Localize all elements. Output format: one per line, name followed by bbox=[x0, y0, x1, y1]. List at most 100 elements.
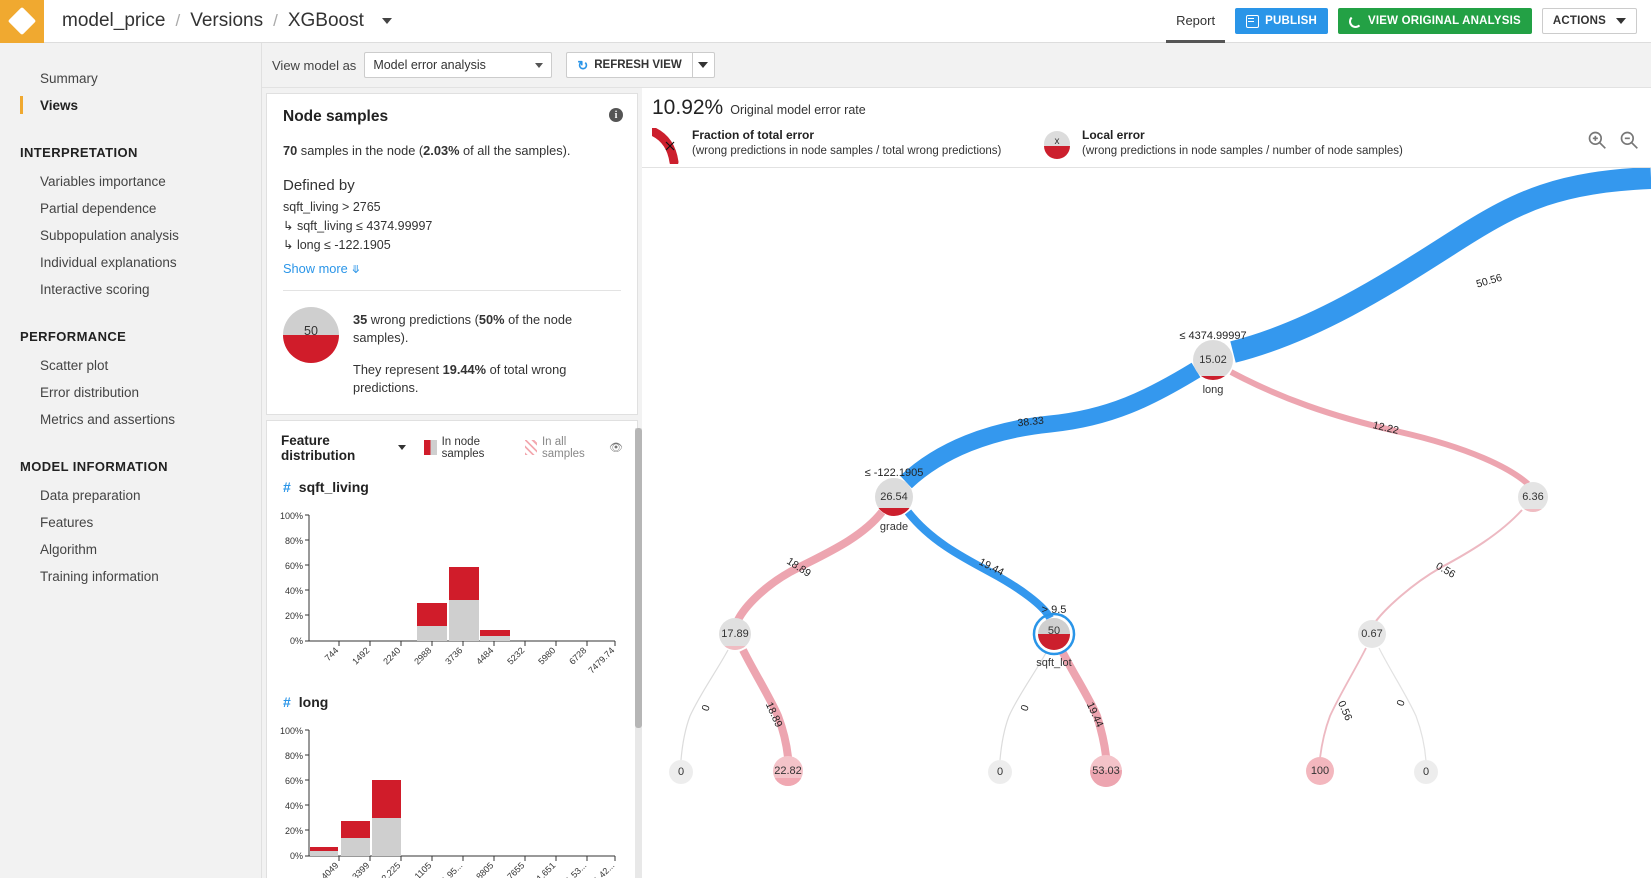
breadcrumb-project[interactable]: model_price bbox=[62, 10, 166, 32]
chevron-down-icon bbox=[1616, 18, 1626, 24]
node-samples-pct: 2.03% bbox=[423, 143, 460, 158]
refresh-view-button[interactable]: ↻ REFRESH VIEW bbox=[566, 52, 693, 78]
tree-node-15-02[interactable]: 15.02 long bbox=[1193, 340, 1233, 396]
ytick: 100% bbox=[280, 511, 303, 521]
tree-node-value: 26.54 bbox=[880, 491, 908, 503]
sidebar-item-scatter-plot[interactable]: Scatter plot bbox=[0, 352, 261, 379]
xtick: 2988 bbox=[412, 645, 433, 666]
view-model-as-select[interactable]: Model error analysis bbox=[364, 52, 553, 78]
chevron-down-icon[interactable] bbox=[398, 445, 407, 451]
sidebar-item-partial-dependence[interactable]: Partial dependence bbox=[0, 195, 261, 222]
legend-swatch-node bbox=[424, 440, 437, 456]
legend-local-error: x Local error (wrong predictions in node… bbox=[1042, 128, 1403, 160]
card-divider bbox=[283, 289, 621, 291]
sidebar: Summary Views INTERPRETATION Variables i… bbox=[0, 43, 262, 878]
tree-node-50-selected[interactable]: 50 sqft_lot bbox=[1032, 612, 1076, 669]
edge-label: 0.56 bbox=[1335, 699, 1354, 723]
tree-node-value: 0 bbox=[678, 766, 684, 778]
zoom-controls bbox=[1587, 130, 1639, 150]
xtick: -122.3399 bbox=[336, 860, 372, 878]
xtick: 3736 bbox=[443, 645, 464, 666]
scrollbar-thumb[interactable] bbox=[635, 428, 642, 728]
chevron-down-icon: ⤋ bbox=[351, 263, 361, 276]
tree-leaf-22-82[interactable]: 22.82 bbox=[768, 756, 808, 790]
tree-leaf-53-03[interactable]: 53.03 bbox=[1086, 755, 1126, 790]
breadcrumb-versions[interactable]: Versions bbox=[190, 10, 263, 32]
actions-button[interactable]: ACTIONS bbox=[1541, 8, 1637, 34]
show-more-link[interactable]: Show more ⤋ bbox=[283, 261, 621, 276]
chevron-down-icon[interactable] bbox=[381, 18, 392, 24]
ytick: 60% bbox=[285, 776, 303, 786]
sidebar-item-interactive-scoring[interactable]: Interactive scoring bbox=[0, 276, 261, 303]
refresh-view-dropdown-button[interactable] bbox=[692, 52, 715, 78]
feature-distribution-title[interactable]: Feature distribution bbox=[281, 433, 392, 463]
legend-fraction-of-total-error: Fraction of total error (wrong predictio… bbox=[652, 128, 1001, 164]
sidebar-item-individual-explanations[interactable]: Individual explanations bbox=[0, 249, 261, 276]
node-samples-card: Node samples i 70 samples in the node (2… bbox=[266, 93, 638, 415]
xtick: -122.1105 bbox=[398, 860, 433, 878]
legend-fraction-sub: (wrong predictions in node samples / tot… bbox=[692, 145, 1002, 157]
view-model-as-value: Model error analysis bbox=[373, 58, 486, 72]
tree-node-feature: long bbox=[1203, 384, 1224, 396]
refresh-icon: ↻ bbox=[577, 57, 589, 73]
bar-segment bbox=[310, 846, 338, 851]
zoom-in-icon[interactable] bbox=[1587, 130, 1607, 150]
eye-off-icon[interactable]: 👁 bbox=[609, 441, 623, 454]
chevron-down-icon bbox=[698, 62, 709, 68]
sidebar-item-error-distribution[interactable]: Error distribution bbox=[0, 379, 261, 406]
numeric-type-icon: # bbox=[283, 478, 291, 495]
tree-node-feature: grade bbox=[880, 521, 908, 533]
show-more-label: Show more bbox=[283, 260, 348, 276]
view-original-analysis-button[interactable]: VIEW ORIGINAL ANALYSIS bbox=[1337, 8, 1532, 34]
xtick: -121.7655 bbox=[491, 860, 527, 878]
app-logo[interactable] bbox=[0, 0, 44, 43]
sidebar-item-summary[interactable]: Summary bbox=[0, 65, 261, 92]
tree-leaf-0-c[interactable]: 0 bbox=[1414, 760, 1438, 784]
view-toolbar: View model as Model error analysis ↻ REF… bbox=[262, 43, 1651, 88]
xtick: 5980 bbox=[536, 645, 557, 666]
edge-label: 0 bbox=[1019, 703, 1032, 712]
publish-button[interactable]: PUBLISH bbox=[1235, 8, 1328, 34]
represent-line: They represent 19.44% of total wrong pre… bbox=[353, 361, 621, 398]
refresh-view-group: ↻ REFRESH VIEW bbox=[566, 52, 715, 78]
tree-node-value: 22.82 bbox=[774, 765, 802, 777]
tab-report[interactable]: Report bbox=[1166, 0, 1226, 43]
sidebar-item-data-preparation[interactable]: Data preparation bbox=[0, 482, 261, 509]
actions-label: ACTIONS bbox=[1552, 15, 1606, 27]
ytick: 80% bbox=[285, 536, 303, 546]
sidebar-item-training-information[interactable]: Training information bbox=[0, 563, 261, 590]
legend-in-node-samples[interactable]: In node samples bbox=[424, 436, 515, 460]
tree-node-6-36[interactable]: 6.36 bbox=[1513, 482, 1553, 515]
bar-segment bbox=[372, 817, 401, 856]
sidebar-item-views[interactable]: Views bbox=[0, 92, 261, 119]
ytick: 80% bbox=[285, 751, 303, 761]
sidebar-item-variables-importance[interactable]: Variables importance bbox=[0, 168, 261, 195]
breadcrumb-model[interactable]: XGBoost bbox=[288, 10, 364, 32]
tree-node-0-67[interactable]: 0.67 bbox=[1358, 620, 1386, 648]
diamond-logo-icon bbox=[7, 6, 37, 36]
legend-in-all-samples[interactable]: In all samples 👁 bbox=[525, 436, 623, 460]
tree-leaf-0-a[interactable]: 0 bbox=[669, 760, 693, 784]
error-analysis-tree[interactable]: 50.56 38.33 12.22 18.89 19.44 0.56 0 18.… bbox=[642, 168, 1651, 878]
sidebar-item-metrics-and-assertions[interactable]: Metrics and assertions bbox=[0, 406, 261, 433]
sidebar-item-algorithm[interactable]: Algorithm bbox=[0, 536, 261, 563]
tree-leaf-100[interactable]: 100 bbox=[1306, 757, 1334, 785]
info-icon[interactable]: i bbox=[609, 108, 623, 122]
ytick: 40% bbox=[285, 801, 303, 811]
tree-node-value: 50 bbox=[1048, 625, 1060, 637]
tree-leaf-0-b[interactable]: 0 bbox=[988, 760, 1012, 784]
breadcrumb-separator: / bbox=[273, 11, 278, 30]
xtick: 5232 bbox=[505, 645, 526, 666]
sidebar-item-subpopulation-analysis[interactable]: Subpopulation analysis bbox=[0, 222, 261, 249]
wrong-predictions-line: 35 wrong predictions (50% of the node sa… bbox=[353, 311, 621, 348]
sidebar-item-features[interactable]: Features bbox=[0, 509, 261, 536]
node-samples-count: 70 bbox=[283, 143, 298, 158]
zoom-out-icon[interactable] bbox=[1619, 130, 1639, 150]
tree-node-17-89[interactable]: 17.89 bbox=[715, 618, 755, 651]
edge-label: 0 bbox=[1395, 698, 1408, 707]
sidebar-section-model-information: MODEL INFORMATION bbox=[20, 459, 168, 474]
left-panel-scrollbar[interactable] bbox=[635, 428, 642, 878]
chevron-down-icon bbox=[535, 62, 544, 68]
ytick: 100% bbox=[280, 726, 303, 736]
tree-node-26-54[interactable]: 26.54 grade bbox=[874, 478, 914, 533]
